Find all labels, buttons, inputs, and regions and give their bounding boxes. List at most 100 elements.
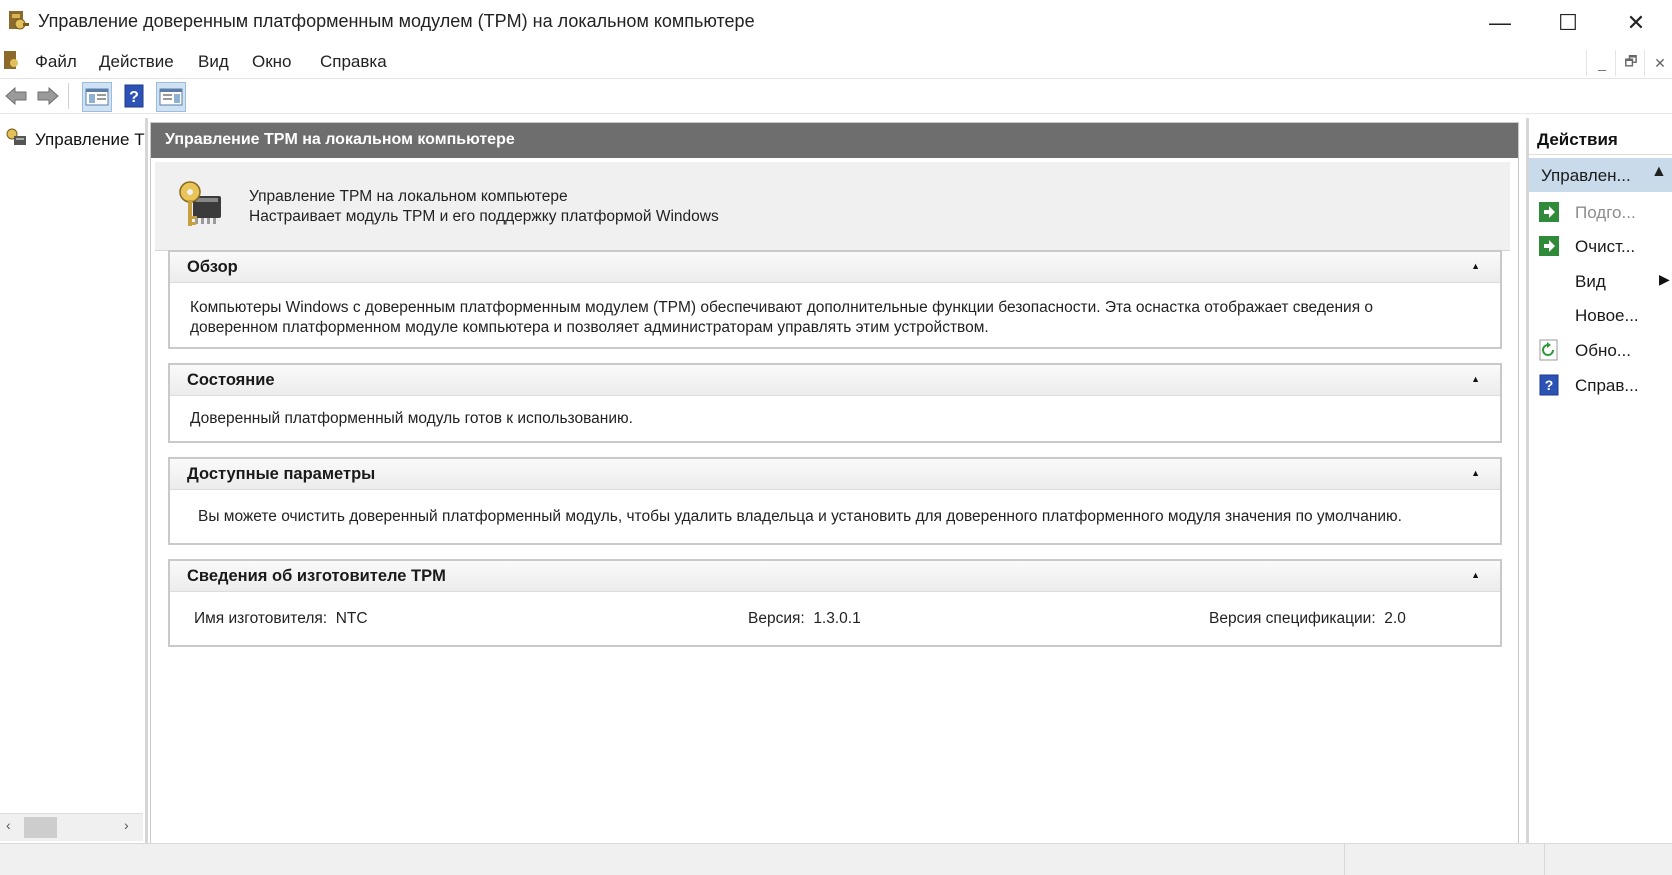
manufacturer-version-value: 1.3.0.1	[813, 610, 861, 627]
actions-pane: Действия Управлен... ▲ Подго... Очист...…	[1526, 118, 1672, 843]
actions-header-title: Действия	[1537, 130, 1618, 149]
manufacturer-version-label: Версия:	[748, 610, 805, 627]
action-refresh[interactable]: Обно...	[1529, 334, 1672, 368]
tpm-key-chip-icon	[179, 181, 221, 226]
status-title: Состояние	[187, 371, 275, 389]
svg-text:?: ?	[129, 89, 139, 106]
action-view[interactable]: Вид ▶	[1529, 265, 1672, 299]
action-new-window-label: Новое...	[1575, 306, 1639, 325]
show-hide-action-pane-button[interactable]	[156, 82, 186, 112]
overview-section-header[interactable]: Обзор ▲	[170, 252, 1500, 283]
scroll-left-arrow[interactable]: ‹	[6, 817, 11, 833]
actions-header: Действия	[1529, 124, 1672, 155]
collapse-arrow-icon[interactable]: ▲	[1471, 261, 1480, 271]
action-help-label: Справ...	[1575, 376, 1639, 395]
status-section-header[interactable]: Состояние ▲	[170, 365, 1500, 396]
manufacturer-version-row: Версия: 1.3.0.1	[748, 609, 861, 629]
mdi-minimize-button[interactable]: _	[1586, 50, 1617, 76]
console-tree-pane: Управление T ‹ ›	[0, 118, 148, 843]
manufacturer-section: Сведения об изготовителе TPM ▲ Имя изгот…	[168, 559, 1502, 647]
action-view-label: Вид	[1575, 272, 1606, 291]
action-clear[interactable]: Очист...	[1529, 230, 1672, 264]
collapse-arrow-icon[interactable]: ▲	[1471, 468, 1480, 478]
intro-title: Управление TPM на локальном компьютере	[249, 188, 568, 205]
manufacturer-title: Сведения об изготовителе TPM	[187, 567, 446, 585]
collapse-up-icon[interactable]: ▲	[1651, 163, 1667, 181]
options-title: Доступные параметры	[187, 465, 376, 483]
spec-version-value: 2.0	[1384, 610, 1406, 627]
details-pane: Управление TPM на локальном компьютере У…	[150, 122, 1519, 844]
maximize-button[interactable]: ☐	[1534, 0, 1602, 45]
overview-text-line2: доверенном платформенном модуле компьюте…	[190, 319, 989, 336]
tree-item-label: Управление T	[35, 130, 145, 149]
scroll-thumb[interactable]	[24, 817, 57, 838]
scroll-right-arrow[interactable]: ›	[124, 817, 129, 833]
forward-icon	[37, 86, 59, 106]
status-bar	[0, 843, 1672, 875]
tree-horizontal-scrollbar[interactable]: ‹ ›	[0, 813, 143, 841]
back-icon	[5, 86, 27, 106]
menu-action[interactable]: Действие	[99, 52, 174, 72]
manufacturer-name-row: Имя изготовителя: NTC	[194, 609, 368, 629]
status-text: Доверенный платформенный модуль готов к …	[190, 410, 633, 427]
action-prepare-label: Подго...	[1575, 203, 1636, 222]
menu-view[interactable]: Вид	[198, 52, 229, 72]
spec-version-label: Версия спецификации:	[1209, 610, 1376, 627]
forward-button[interactable]	[34, 82, 62, 110]
status-bar-divider	[1344, 844, 1345, 875]
action-clear-label: Очист...	[1575, 237, 1636, 256]
tpm-key-app-icon	[9, 11, 29, 30]
menu-window[interactable]: Окно	[252, 52, 292, 72]
minimize-button[interactable]: —	[1466, 0, 1534, 45]
action-new-window[interactable]: Новое...	[1529, 299, 1672, 333]
help-icon: ?	[124, 84, 144, 108]
collapse-arrow-icon[interactable]: ▲	[1471, 374, 1480, 384]
green-arrow-icon	[1539, 236, 1559, 256]
help-button[interactable]: ?	[120, 82, 148, 110]
status-bar-divider	[1544, 844, 1545, 875]
options-section-header[interactable]: Доступные параметры ▲	[170, 459, 1500, 490]
options-section: Доступные параметры ▲ Вы можете очистить…	[168, 457, 1502, 545]
title-bar: Управление доверенным платформенным моду…	[0, 0, 1672, 45]
tree-item-root[interactable]: Управление T	[0, 122, 145, 152]
action-help[interactable]: ? Справ...	[1529, 369, 1672, 403]
mdi-close-button[interactable]: ✕	[1644, 50, 1672, 76]
status-section: Состояние ▲ Доверенный платформенный мод…	[168, 363, 1502, 443]
action-prepare[interactable]: Подго...	[1529, 196, 1672, 230]
intro-panel: Управление TPM на локальном компьютере Н…	[155, 162, 1510, 251]
menu-help[interactable]: Справка	[320, 52, 387, 72]
back-button[interactable]	[2, 82, 30, 110]
manufacturer-section-header[interactable]: Сведения об изготовителе TPM ▲	[170, 561, 1500, 592]
intro-description: Настраивает модуль TPM и его поддержку п…	[249, 208, 719, 225]
refresh-icon	[1539, 339, 1558, 361]
submenu-arrow-icon: ▶	[1659, 271, 1670, 287]
show-hide-action-pane-icon	[159, 88, 183, 106]
window-title: Управление доверенным платформенным моду…	[38, 11, 755, 31]
help-icon: ?	[1539, 374, 1559, 396]
toolbar-separator	[68, 83, 69, 109]
tpm-snapin-icon	[6, 128, 26, 145]
overview-text-line1: Компьютеры Windows с доверенным платформ…	[190, 299, 1374, 316]
manufacturer-name-value: NTC	[335, 610, 368, 627]
overview-title: Обзор	[187, 258, 238, 276]
show-hide-console-tree-button[interactable]	[82, 82, 112, 112]
actions-group-label: Управлен...	[1541, 166, 1631, 185]
close-button[interactable]: ✕	[1602, 0, 1670, 45]
green-arrow-icon	[1539, 202, 1559, 222]
show-hide-console-tree-icon	[85, 88, 109, 106]
menu-file[interactable]: Файл	[35, 52, 77, 72]
menu-bar: Файл Действие Вид Окно Справка _ 🗗 ✕	[0, 46, 1672, 79]
collapse-arrow-icon[interactable]: ▲	[1471, 570, 1480, 580]
overview-section: Обзор ▲ Компьютеры Windows с доверенным …	[168, 250, 1502, 349]
details-header-title: Управление TPM на локальном компьютере	[165, 131, 515, 148]
spec-version-row: Версия спецификации: 2.0	[1209, 609, 1406, 629]
manufacturer-name-label: Имя изготовителя:	[194, 610, 328, 627]
actions-group-header[interactable]: Управлен... ▲	[1529, 158, 1672, 192]
mdi-restore-button[interactable]: 🗗	[1615, 50, 1646, 76]
console-icon	[4, 51, 18, 69]
action-refresh-label: Обно...	[1575, 341, 1631, 360]
details-header: Управление TPM на локальном компьютере	[151, 123, 1518, 158]
svg-text:?: ?	[1545, 377, 1554, 393]
options-text: Вы можете очистить доверенный платформен…	[198, 508, 1402, 525]
overview-text: Компьютеры Windows с доверенным платформ…	[190, 298, 1373, 338]
